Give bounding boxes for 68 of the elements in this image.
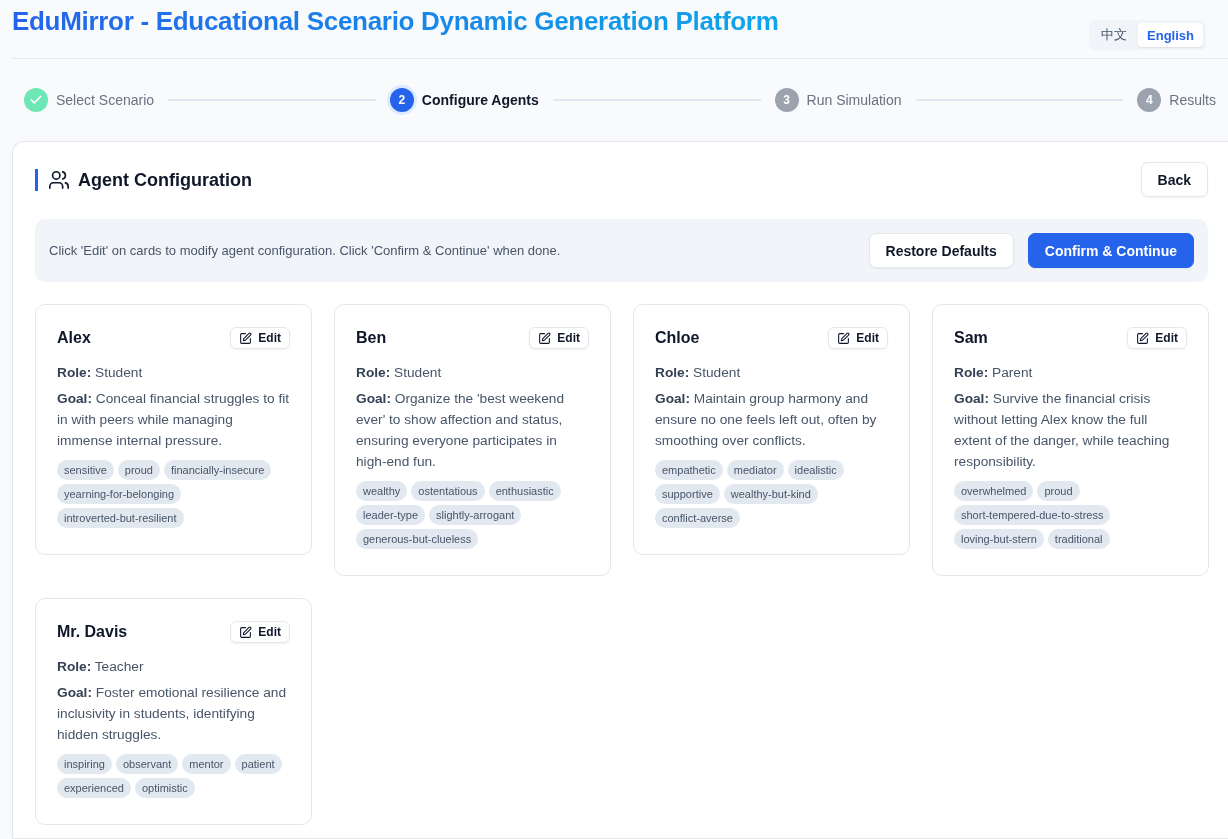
trait-tag: loving-but-stern	[954, 529, 1044, 549]
agent-name: Mr. Davis	[57, 623, 128, 641]
edit-button[interactable]: Edit	[828, 327, 888, 349]
trait-tag: enthusiastic	[488, 481, 561, 501]
trait-tag: wealthy-but-kind	[723, 484, 818, 504]
step-number: 4	[1137, 88, 1162, 112]
trait-tag: empathetic	[655, 460, 723, 480]
edit-icon	[239, 331, 253, 345]
confirm-button[interactable]: Confirm & Continue	[1027, 233, 1194, 268]
agent-role: Role: Student	[356, 364, 443, 382]
agent-role: Role: Student	[655, 364, 742, 382]
trait-tag: ostentatious	[411, 481, 485, 501]
agent-role: Role: Teacher	[57, 658, 145, 676]
trait-tag: proud	[117, 460, 160, 480]
trait-tag: mentor	[182, 754, 231, 774]
trait-tag: traditional	[1047, 529, 1110, 549]
trait-tag: patient	[234, 754, 282, 774]
language-button[interactable]: 中文	[1092, 23, 1137, 47]
agent-goal: Goal: Conceal financial struggles to fit in with peers while managing immense internal pressure.	[57, 390, 290, 450]
step-number: 3	[774, 88, 799, 112]
trait-tag: proud	[1037, 481, 1080, 501]
trait-tag: optimistic	[134, 778, 195, 798]
agent-goal: Goal: Foster emotional resilience and inclusivity in students, identifying hidden struggles.	[57, 684, 287, 744]
trait-tag: yearning-for-belonging	[57, 484, 182, 504]
agent-goal: Goal: Maintain group harmony and ensure no one feels left out, often by smoothing over conflicts.	[655, 390, 878, 450]
trait-tag: mediator	[726, 460, 784, 480]
agent-role: Role: Parent	[954, 364, 1034, 382]
agent-role: Role: Student	[57, 364, 144, 382]
hint-text: Click 'Edit' on cards to modify agent configuration. Click 'Confirm & Continue' when done.	[49, 243, 561, 258]
edit-button[interactable]: Edit	[529, 327, 589, 349]
trait-tag: generous-but-clueless	[356, 529, 479, 549]
trait-tag: short-tempered-due-to-stress	[954, 505, 1111, 525]
edit-button[interactable]: Edit	[230, 621, 290, 643]
edit-button[interactable]: Edit	[230, 327, 290, 349]
agent-goal: Goal: Survive the financial crisis without letting Alex know the full extent of the danger, while teaching responsibility.	[954, 390, 1171, 471]
edit-icon	[837, 331, 851, 345]
agent-name: Sam	[954, 329, 988, 347]
trait-tag: inspiring	[57, 754, 112, 774]
edit-icon	[1136, 331, 1150, 345]
step-label: Configure Agents	[421, 92, 539, 108]
trait-tag: experienced	[57, 778, 131, 798]
step-number: 2	[389, 88, 414, 112]
trait-tag: wealthy	[356, 481, 408, 501]
step-label: Select Scenario	[56, 92, 155, 108]
edit-icon	[538, 331, 552, 345]
restore-defaults-button[interactable]: Restore Defaults	[868, 233, 1014, 268]
trait-tag: introverted-but-resilient	[57, 508, 184, 528]
trait-tag: overwhelmed	[954, 481, 1034, 501]
trait-tag: leader-type	[356, 505, 426, 525]
users-icon	[48, 168, 70, 191]
step-label: Run Simulation	[806, 92, 902, 108]
trait-tag: observant	[115, 754, 179, 774]
agent-name: Alex	[57, 329, 91, 347]
trait-tag: slightly-arrogant	[429, 505, 522, 525]
edit-button[interactable]: Edit	[1127, 327, 1187, 349]
trait-tag: conflict-averse	[655, 508, 740, 528]
trait-tag: idealistic	[787, 460, 844, 480]
trait-tag: supportive	[655, 484, 720, 504]
edit-icon	[239, 625, 253, 639]
back-button[interactable]: Back	[1140, 162, 1208, 197]
agent-goal: Goal: Organize the 'best weekend ever' to show affection and status, ensuring everyone participates in high-end fun.	[356, 390, 566, 471]
agent-name: Chloe	[655, 329, 700, 347]
panel-title: Agent Configuration	[78, 168, 252, 191]
step-label: Results	[1169, 92, 1216, 108]
language-button[interactable]: English	[1138, 23, 1203, 47]
trait-tag: sensitive	[57, 460, 114, 480]
trait-tag: financially-insecure	[163, 460, 272, 480]
agent-name: Ben	[356, 329, 387, 347]
